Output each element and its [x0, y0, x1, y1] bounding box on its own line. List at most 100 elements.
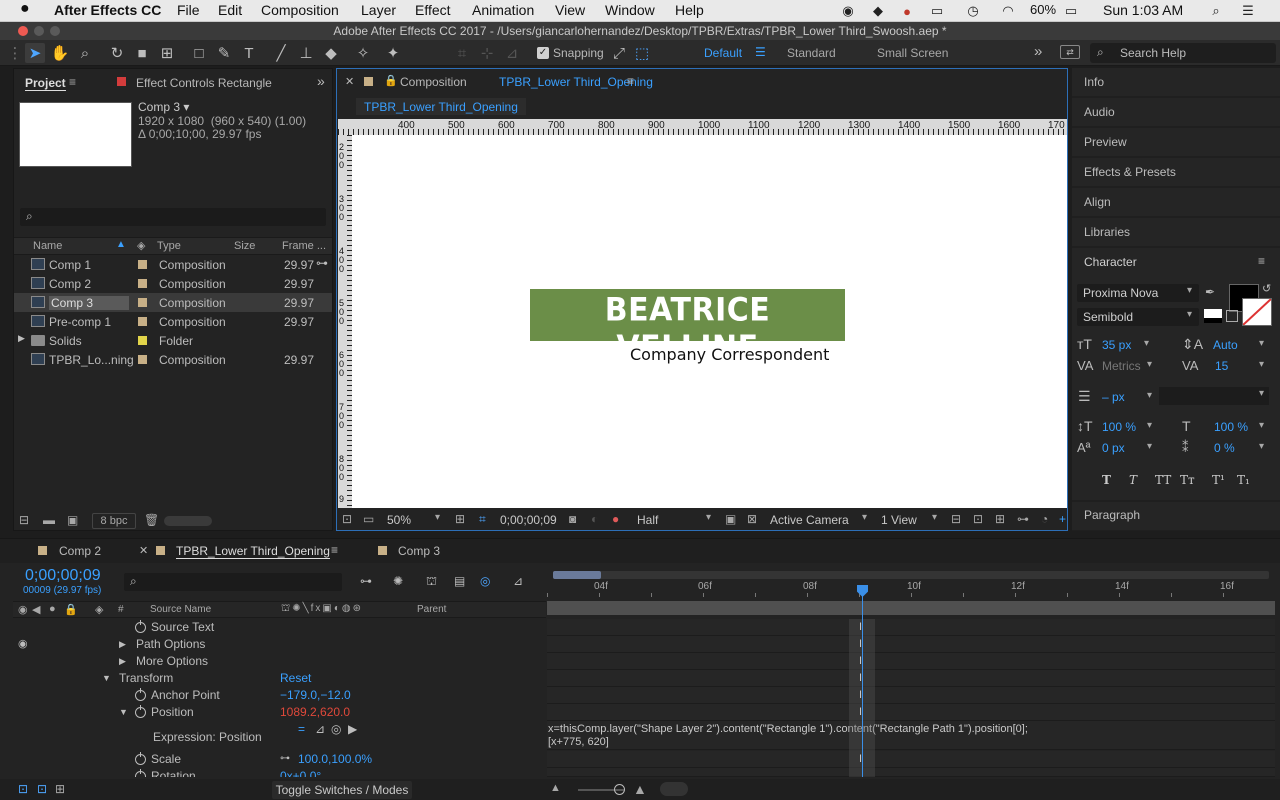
kerning-value[interactable]: Metrics [1102, 359, 1141, 373]
chevron-down-icon[interactable]: ▾ [1147, 420, 1152, 431]
preview-panel-header[interactable]: Preview [1072, 128, 1280, 156]
interpret-footage-icon[interactable]: ⊟ [19, 513, 29, 527]
stroke-style-dropdown[interactable]: ▾ [1159, 387, 1269, 405]
small-caps-button[interactable]: Tᴛ [1180, 473, 1195, 487]
track-row[interactable] [547, 653, 1275, 670]
keyframe-icon[interactable]: I [859, 621, 862, 633]
dropbox-icon[interactable]: ◆ [870, 3, 886, 19]
bit-depth-button[interactable]: 8 bpc [92, 513, 136, 529]
tab-effect-controls[interactable]: Effect Controls Rectangle [136, 76, 272, 90]
apple-menu-icon[interactable]: ● [20, 0, 30, 18]
panel-menu-icon[interactable]: ≡ [69, 75, 76, 89]
monitor-icon[interactable]: ▭ [363, 512, 374, 526]
tab-tpbr-lower-third-opening[interactable]: TPBR_Lower Third_Opening [176, 544, 330, 559]
font-family-dropdown[interactable]: Proxima Nova ▾ [1077, 284, 1199, 302]
source-name-column[interactable]: Source Name [150, 604, 211, 615]
audio-switch-icon[interactable]: ◀ [32, 603, 40, 616]
name-bar-shape[interactable]: BEATRICE VELLINE [530, 289, 845, 367]
layer-number-column[interactable]: # [118, 604, 124, 615]
effects-presets-panel-title[interactable]: Effects & Presets [1084, 165, 1176, 179]
expression-graph-icon[interactable]: ⊿ [315, 722, 325, 736]
stopwatch-icon[interactable] [135, 620, 146, 633]
collapse-triangle-icon[interactable]: ▼ [119, 707, 128, 717]
rotation-value[interactable]: 0x+0.0° [280, 769, 321, 777]
layer-switches-icons[interactable]: ⛫✺╲fx▣◐◍⊛ [281, 603, 363, 616]
track-row[interactable] [547, 636, 1275, 653]
tab-comp-2[interactable]: Comp 2 [59, 544, 101, 558]
zoom-in-mountains-icon[interactable]: ▲ [633, 781, 647, 797]
chevron-down-icon[interactable]: ▾ [932, 512, 937, 523]
expand-triangle-icon[interactable]: ▶ [18, 333, 25, 344]
list-item[interactable]: Comp 1 Composition 29.97 ⊶ [14, 255, 332, 274]
current-time-display[interactable]: 0;00;00;09 [500, 513, 557, 527]
graph-editor-icon[interactable]: ⊿ [513, 574, 523, 588]
more-tabs-icon[interactable]: » [317, 73, 325, 89]
stroke-width-value[interactable]: – px [1102, 390, 1125, 404]
mask-visibility-icon[interactable]: ⌗ [479, 512, 486, 527]
chevron-down-icon[interactable]: ▾ [862, 512, 867, 523]
transform-reset-link[interactable]: Reset [280, 671, 311, 685]
keyframe-icon[interactable]: I [859, 706, 862, 718]
safe-zones-icon[interactable]: ⊞ [455, 512, 465, 526]
libraries-panel-header[interactable]: Libraries [1072, 218, 1280, 246]
time-machine-icon[interactable]: ◷ [965, 3, 981, 19]
hand-tool-icon[interactable]: ✋ [50, 43, 70, 63]
workspace-standard[interactable]: Standard [787, 46, 836, 60]
channel-icon[interactable]: ● [612, 512, 619, 526]
transparency-grid-icon[interactable]: ⊠ [747, 512, 757, 526]
eyedropper-icon[interactable]: ✒ [1205, 285, 1215, 299]
font-size-value[interactable]: 35 px [1102, 338, 1131, 352]
property-row-position[interactable]: ▼ Position 1089.2,620.0 [0, 704, 545, 721]
creative-cloud-icon[interactable]: ◉ [840, 3, 856, 19]
keyframe-icon[interactable]: I [859, 672, 862, 684]
notification-center-icon[interactable]: ☰ [1240, 3, 1256, 19]
chevron-down-icon[interactable]: ▾ [1147, 359, 1152, 370]
record-icon[interactable]: ● [899, 3, 915, 19]
label-swatch[interactable] [138, 355, 147, 364]
menu-composition[interactable]: Composition [261, 2, 339, 18]
panel-menu-icon[interactable]: ≡ [331, 543, 338, 557]
roto-brush-tool-icon[interactable]: ✧ [353, 43, 373, 63]
view-axis-icon[interactable]: ⊿ [502, 43, 522, 63]
expression-editor[interactable]: x=thisComp.layer("Shape Layer 2").conten… [547, 721, 1275, 750]
always-preview-icon[interactable]: ⊡ [342, 512, 352, 526]
expression-text-line-1[interactable]: x=thisComp.layer("Shape Layer 2").conten… [548, 723, 1028, 735]
toggle-switches-modes-button[interactable]: Toggle Switches / Modes [272, 781, 412, 799]
panel-menu-icon[interactable]: ≡ [627, 74, 634, 88]
audio-panel-title[interactable]: Audio [1084, 105, 1115, 119]
effects-presets-panel-header[interactable]: Effects & Presets [1072, 158, 1280, 186]
track-row[interactable] [547, 670, 1275, 687]
property-row-more-options[interactable]: ▶ More Options [0, 653, 545, 670]
workspace-menu-icon[interactable]: ☰ [755, 45, 766, 59]
anchor-point-value[interactable]: −179.0,−12.0 [280, 688, 351, 702]
column-frame-rate[interactable]: Frame ... [282, 240, 326, 252]
app-menu[interactable]: After Effects CC [54, 2, 161, 18]
time-ruler[interactable]: 04f 06f 08f 10f 12f 14f 16f [547, 567, 1275, 617]
property-row-expression[interactable]: = ⊿ ◎ ▶ Expression: Position [0, 721, 545, 749]
camera-view-dropdown[interactable]: Active Camera [770, 513, 849, 527]
view-layout-dropdown[interactable]: 1 View [881, 513, 917, 527]
track-row[interactable] [547, 751, 1275, 768]
zoom-window-button[interactable] [50, 26, 60, 36]
close-tab-icon[interactable]: ✕ [139, 544, 148, 557]
minimize-window-button[interactable] [34, 26, 44, 36]
info-panel-title[interactable]: Info [1084, 75, 1104, 89]
horizontal-scale-value[interactable]: 100 % [1214, 420, 1248, 434]
tab-project[interactable]: Project [25, 76, 66, 91]
expression-text-line-2[interactable]: [x+775, 620] [548, 736, 609, 748]
property-row-rotation[interactable]: Rotation 0x+0.0° [0, 768, 545, 777]
track-row[interactable] [547, 704, 1275, 721]
comp-viewer-canvas[interactable]: BEATRICE VELLINE Company Correspondent [352, 135, 1067, 508]
zoom-tool-icon[interactable]: ⌕ [75, 43, 95, 63]
brush-tool-icon[interactable]: ╱ [271, 43, 291, 63]
preview-panel-title[interactable]: Preview [1084, 135, 1127, 149]
search-help-field[interactable]: ⌕ Search Help [1090, 43, 1276, 63]
expand-layer-switches-icon[interactable]: ⊡ [18, 782, 28, 796]
label-column-icon[interactable]: ◈ [95, 603, 103, 616]
label-swatch[interactable] [138, 260, 147, 269]
eraser-tool-icon[interactable]: ◆ [321, 43, 341, 63]
swap-colors-icon[interactable]: ↺ [1262, 282, 1271, 295]
chevron-down-icon[interactable]: ▾ [706, 512, 711, 523]
timeline-search-field[interactable]: ⌕ [124, 573, 342, 591]
puppet-pin-tool-icon[interactable]: ✦ [383, 43, 403, 63]
